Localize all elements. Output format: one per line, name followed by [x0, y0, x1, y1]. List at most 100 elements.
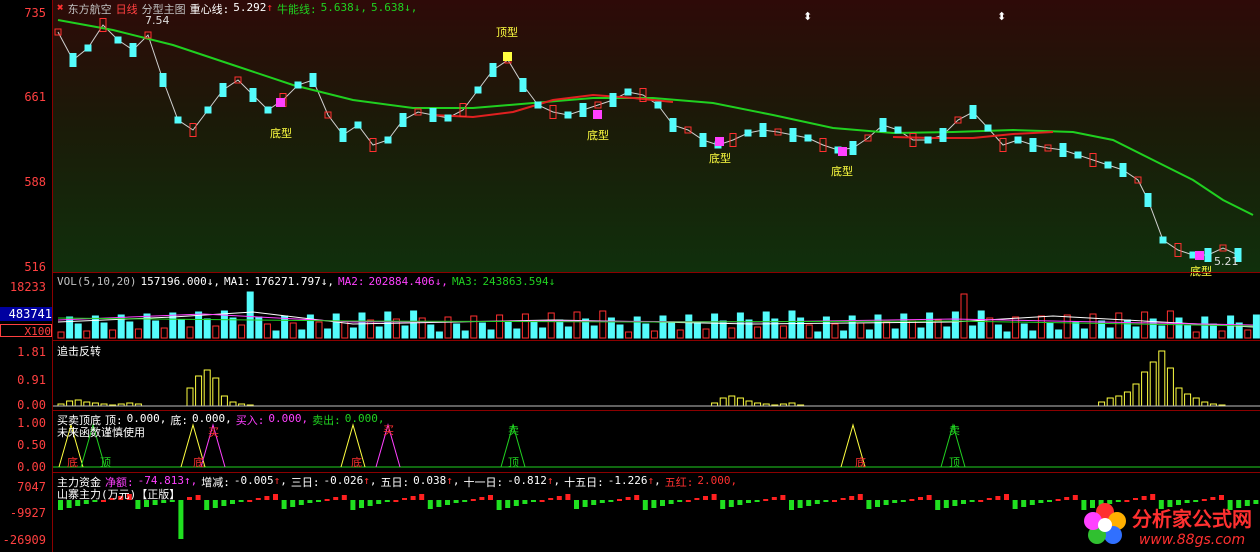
candlestick-chart[interactable]: [53, 0, 1260, 272]
volume-bar: [109, 329, 117, 339]
funds-bar: [324, 499, 330, 501]
volume-bar: [590, 325, 598, 339]
funds-bar: [935, 500, 941, 510]
d3-label: 三日:: [290, 476, 320, 489]
volume-bar: [57, 331, 65, 339]
event-marker-icon[interactable]: ⬍: [997, 10, 1006, 23]
funds-bar: [445, 500, 450, 505]
bull-line: [57, 19, 1254, 216]
volume-bar: [160, 327, 168, 339]
funds-bar: [505, 500, 511, 508]
funds-panel[interactable]: 主力资金 净额: -74.813↑, 增减: -0.005↑, 三日: -0.0…: [53, 472, 1260, 552]
volume-bar: [668, 322, 676, 339]
funds-bar: [255, 498, 261, 500]
volume-bar: [625, 331, 633, 339]
vol-value: 157196.000↓,: [140, 275, 220, 288]
candle: [564, 111, 572, 119]
funds-bar: [574, 500, 579, 509]
funds-bar: [900, 500, 906, 502]
funds-bar: [367, 500, 373, 506]
volume-bar: [556, 319, 564, 339]
funds-bar: [883, 500, 889, 505]
volume-bar: [960, 293, 968, 339]
volume-bar: [74, 323, 82, 339]
volume-bar: [152, 320, 160, 339]
funds-bar: [1219, 495, 1224, 500]
funds-bar: [376, 500, 382, 504]
funds-bar: [427, 500, 433, 509]
reversal-bar: [1192, 397, 1200, 407]
volume-bar: [908, 320, 916, 339]
volume-header: VOL(5,10,20) 157196.000↓, MA1: 176271.79…: [57, 275, 555, 288]
volume-bar: [1063, 314, 1071, 339]
funds-bar: [728, 500, 734, 507]
tb-marker-top: 顶: [508, 456, 519, 469]
volume-bar: [840, 330, 848, 339]
bottom-pattern-label-2: 底型: [587, 129, 609, 142]
candle: [354, 121, 362, 129]
volume-bar: [711, 313, 719, 339]
change-value: -0.005↑,: [233, 474, 287, 487]
funds-bar: [247, 500, 253, 502]
funds-bar: [703, 496, 708, 500]
volume-bar: [496, 314, 504, 339]
volume-bar: [281, 315, 289, 339]
candle: [159, 73, 167, 87]
funds-bar: [969, 500, 975, 502]
close-icon[interactable]: ✖: [57, 1, 64, 17]
volume-bar: [805, 324, 813, 339]
funds-bar: [333, 497, 339, 500]
funds-bar: [565, 494, 571, 500]
reversal-chart[interactable]: [53, 340, 1260, 410]
funds-bar: [204, 500, 210, 510]
change-label: 增减:: [201, 476, 230, 489]
funds-bar: [849, 496, 855, 500]
funds-bar: [359, 500, 364, 508]
candle: [1159, 236, 1167, 244]
topbottom-panel[interactable]: 买卖顶底 顶: 0.000, 底: 0.000, 买入: 0.000, 卖出: …: [53, 410, 1260, 472]
funds-bar: [221, 500, 227, 506]
funds-bar: [230, 500, 235, 504]
bottom-pattern-marker: [715, 137, 724, 146]
rev-y-1: 1.81: [17, 345, 46, 359]
main-chart-panel[interactable]: ✖ 东方航空 日线 分型主图 重心线: 5.292↑ 牛能线: 5.638↓, …: [53, 0, 1260, 278]
volume-panel[interactable]: VOL(5,10,20) 157196.000↓, MA1: 176271.79…: [53, 272, 1260, 340]
reversal-bar: [1184, 393, 1192, 407]
volume-bar: [1037, 315, 1045, 339]
high-price-label: 7.54: [145, 14, 170, 27]
funds-bar: [316, 500, 321, 502]
funds-bar: [866, 500, 872, 509]
bottom-pattern-label-4: 底型: [831, 165, 853, 178]
tb-marker-bottom: 底: [351, 456, 362, 469]
funds-bar: [651, 500, 657, 508]
volume-bar: [470, 315, 478, 339]
funds-bar: [531, 500, 536, 502]
funds-bar: [462, 500, 468, 502]
d11-label: 十一日:: [463, 476, 504, 489]
y-tick-588: 588: [24, 175, 46, 189]
reversal-bar: [203, 369, 211, 407]
reversal-bar: [212, 377, 220, 407]
d5-label: 五日:: [380, 476, 410, 489]
reversal-header: 追击反转: [57, 345, 101, 358]
bottom-pattern-label-1: 底型: [270, 127, 292, 140]
candle: [1014, 136, 1022, 144]
volume-bar: [994, 324, 1002, 339]
reversal-panel[interactable]: 追击反转: [53, 340, 1260, 410]
stock-name[interactable]: 东方航空: [68, 1, 112, 17]
funds-bar: [187, 497, 192, 500]
volume-bar: [934, 319, 942, 339]
funds-bar: [1253, 500, 1259, 504]
funds-bar: [307, 500, 313, 503]
period-label[interactable]: 日线: [116, 1, 138, 17]
candle: [174, 116, 182, 124]
event-marker-icon[interactable]: ⬍: [803, 10, 812, 23]
volume-bar: [1209, 323, 1217, 339]
volume-bar: [1141, 311, 1149, 339]
funds-bar: [1055, 499, 1061, 501]
volume-bar: [1020, 323, 1028, 339]
d15-label: 十五日:: [564, 476, 604, 489]
reversal-bar: [220, 395, 228, 407]
volume-bar: [177, 319, 185, 339]
funds-bar: [496, 500, 502, 510]
